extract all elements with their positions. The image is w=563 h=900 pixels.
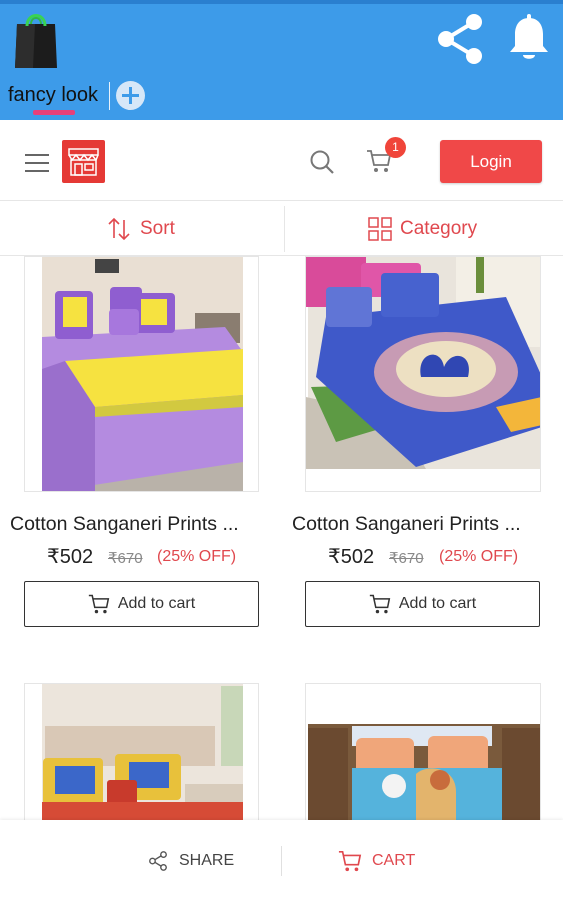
- sort-button[interactable]: Sort: [106, 214, 175, 244]
- product-old-price: ₹670: [389, 550, 424, 567]
- cart-icon: [338, 850, 362, 872]
- product-photo-bedsheet-folkart: [306, 684, 540, 823]
- product-image[interactable]: [305, 256, 541, 492]
- category-label: Category: [400, 218, 478, 239]
- menu-icon[interactable]: [25, 154, 49, 172]
- product-discount: (25% OFF): [439, 548, 519, 565]
- category-button[interactable]: Category: [368, 214, 477, 244]
- store-tab-title[interactable]: fancy look: [8, 84, 98, 107]
- add-to-cart-label: Add to cart: [398, 595, 477, 612]
- login-button[interactable]: Login: [440, 140, 542, 183]
- sort-label: Sort: [140, 218, 175, 239]
- cart-label: CART: [372, 852, 416, 869]
- product-photo-bedsheet-peacock: [306, 257, 540, 491]
- product-photo-bedsheet-floral: [25, 684, 258, 823]
- store-icon: [68, 148, 99, 176]
- share-button[interactable]: SHARE: [147, 846, 234, 876]
- filter-divider: [284, 206, 285, 252]
- status-strip: [0, 0, 563, 4]
- cart-button[interactable]: CART: [338, 846, 415, 876]
- product-image[interactable]: [24, 683, 259, 823]
- sort-icon: [108, 217, 130, 241]
- product-image[interactable]: [24, 256, 259, 492]
- product-old-price: ₹670: [108, 550, 143, 567]
- product-discount: (25% OFF): [157, 548, 237, 565]
- product-image[interactable]: [305, 683, 541, 823]
- shopping-bag-icon: [15, 14, 57, 68]
- cart-count-badge: 1: [385, 137, 406, 158]
- search-icon[interactable]: [309, 149, 335, 175]
- plus-icon: [122, 87, 139, 104]
- share-icon: [149, 851, 167, 871]
- cart-icon: [88, 594, 110, 614]
- add-to-cart-button[interactable]: Add to cart: [24, 581, 259, 627]
- product-price: ₹502: [328, 546, 375, 568]
- store-logo[interactable]: [62, 140, 105, 183]
- product-price: ₹502: [47, 546, 94, 568]
- grid-icon: [368, 217, 392, 241]
- bottom-divider: [281, 846, 282, 876]
- add-to-cart-button[interactable]: Add to cart: [305, 581, 540, 627]
- product-title[interactable]: Cotton Sanganeri Prints ...: [10, 513, 239, 536]
- filter-bar: [0, 202, 563, 256]
- share-icon[interactable]: [434, 12, 486, 66]
- add-to-cart-label: Add to cart: [117, 595, 196, 612]
- tab-divider: [109, 82, 110, 110]
- product-photo-bedsheet-purple: [25, 257, 258, 491]
- tab-indicator: [33, 110, 75, 115]
- bell-icon[interactable]: [507, 14, 551, 64]
- cart-icon: [369, 594, 391, 614]
- product-title[interactable]: Cotton Sanganeri Prints ...: [292, 513, 521, 536]
- add-tab-button[interactable]: [116, 81, 145, 110]
- share-label: SHARE: [179, 852, 235, 869]
